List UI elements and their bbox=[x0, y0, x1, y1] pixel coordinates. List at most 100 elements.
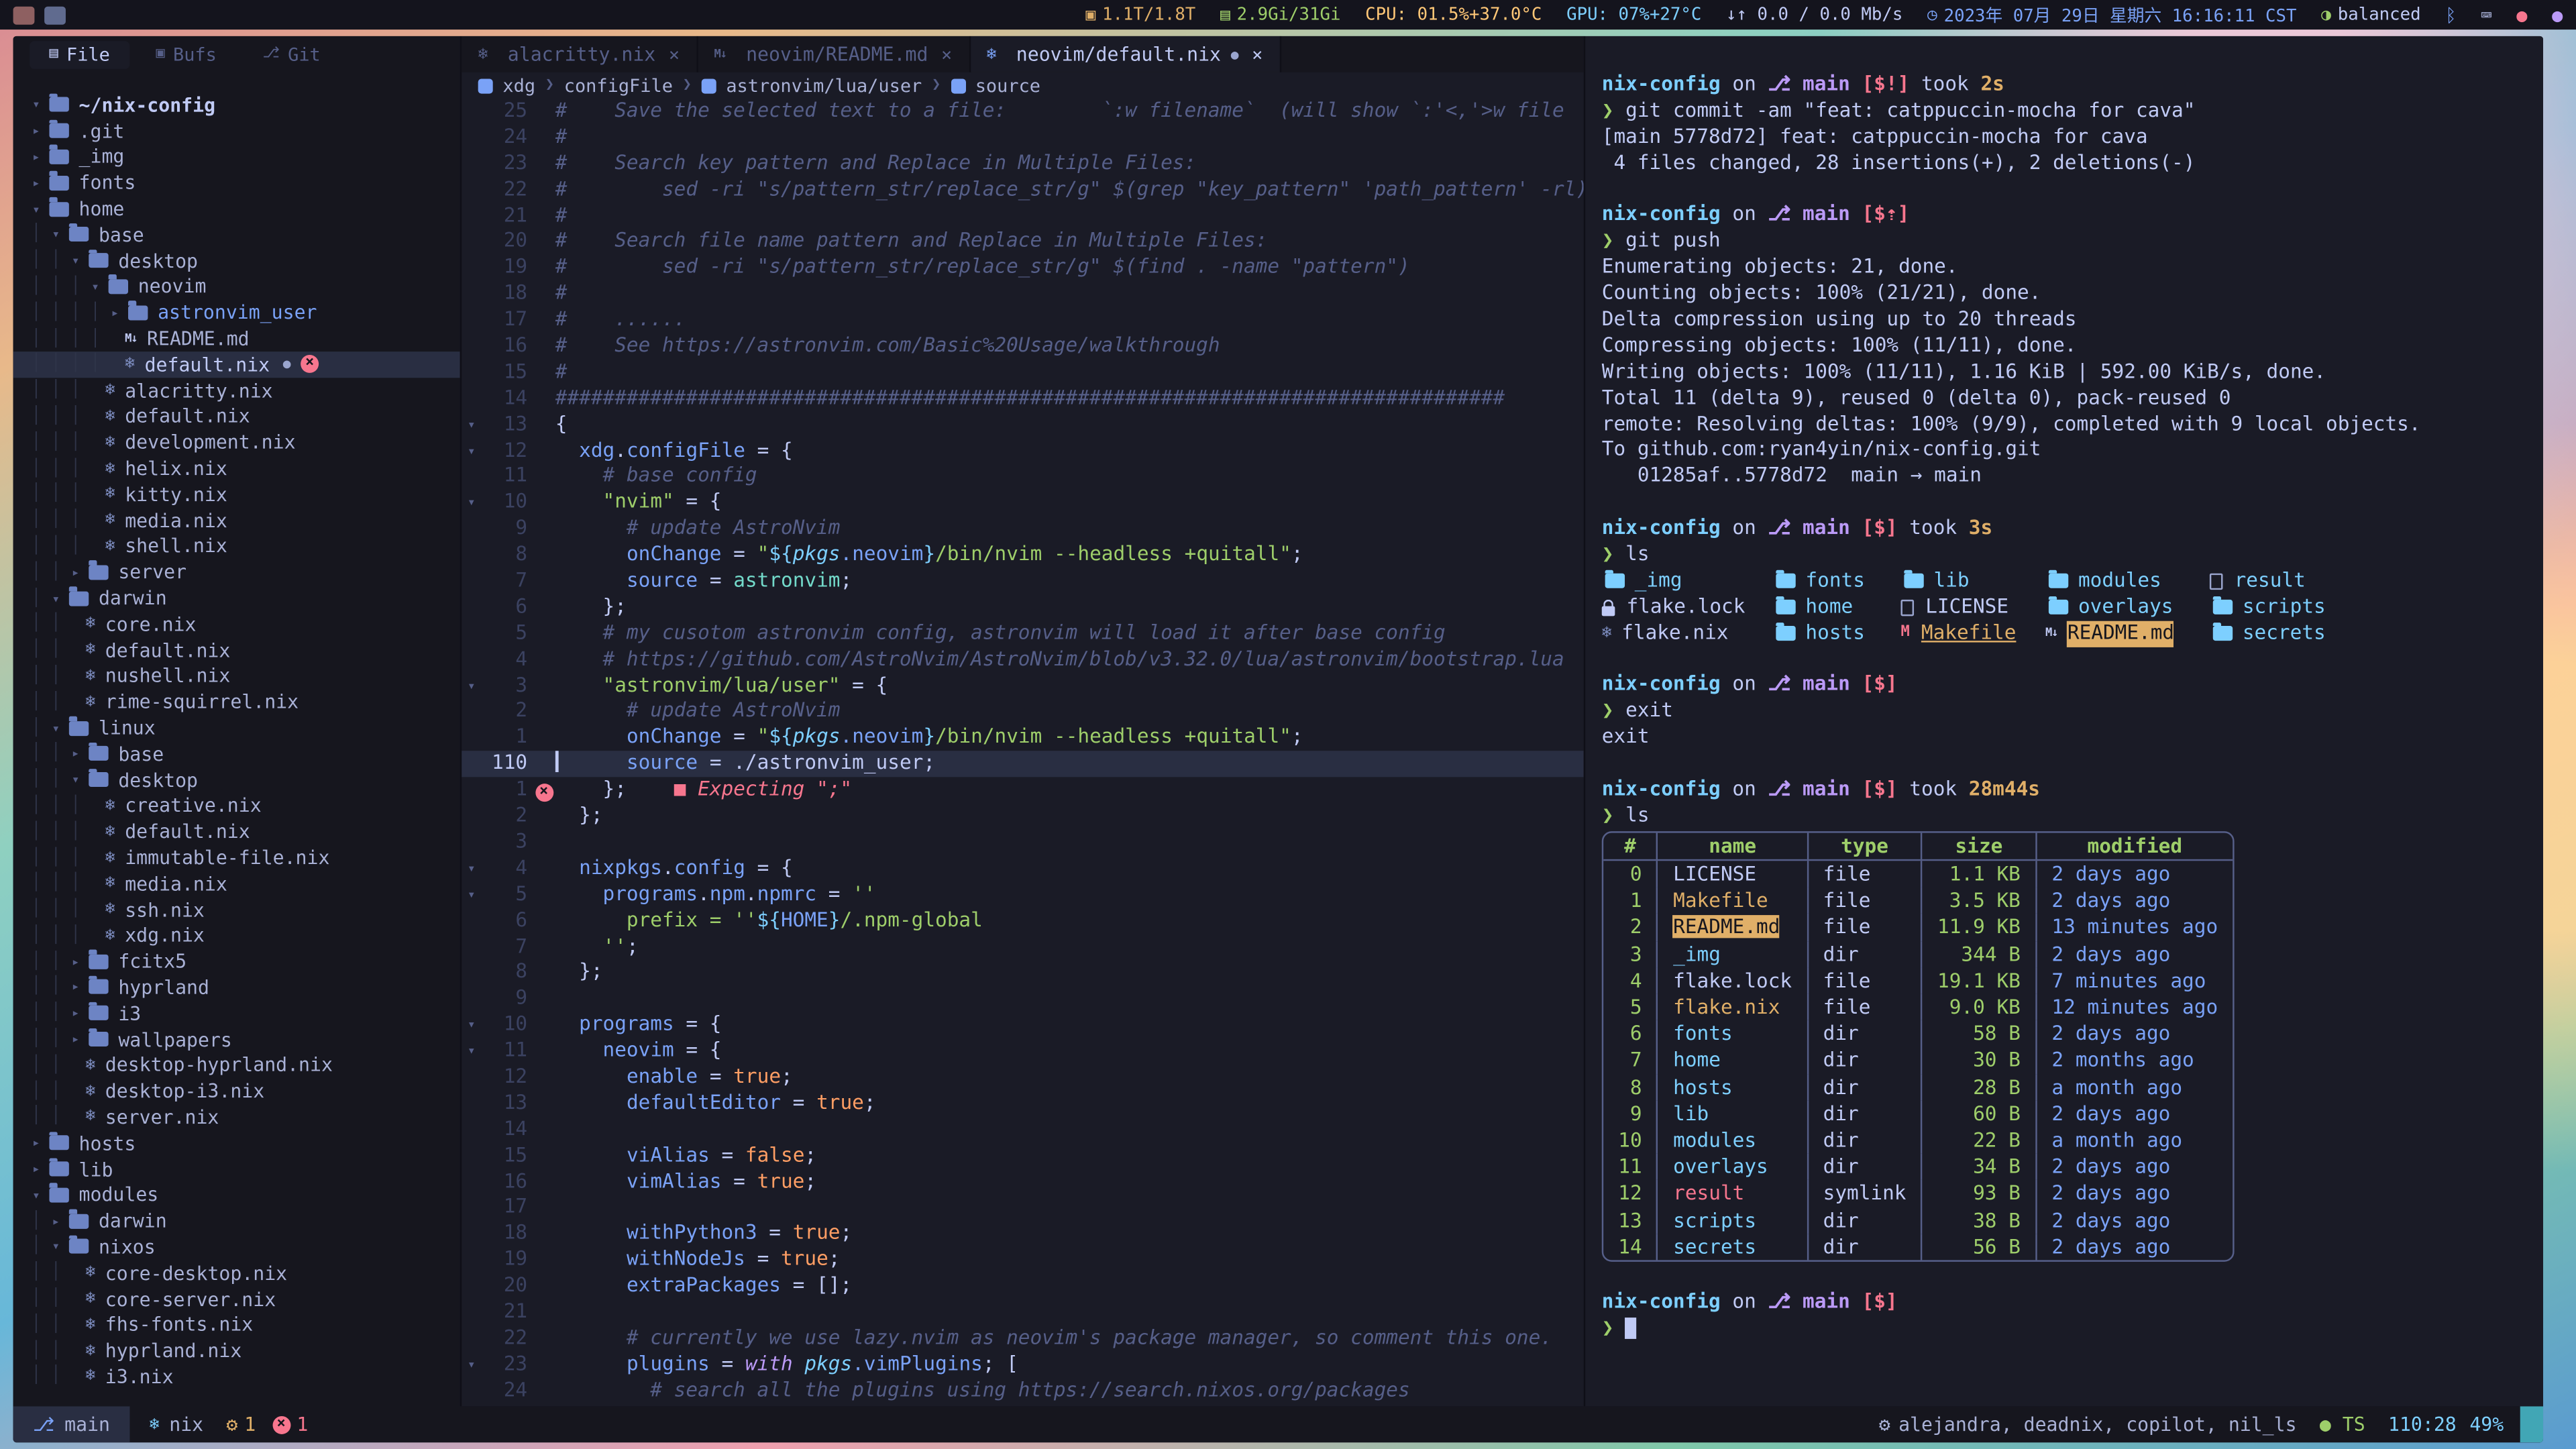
breadcrumb-item[interactable]: xdg bbox=[502, 74, 535, 96]
tree-item[interactable]: ▸_img bbox=[13, 144, 460, 170]
code-line[interactable]: ▾10 programs = { bbox=[462, 1012, 1584, 1038]
tree-item[interactable]: │▾darwin bbox=[13, 585, 460, 611]
expander-icon[interactable]: ▸ bbox=[26, 1162, 46, 1177]
tree-item[interactable]: ▸hosts bbox=[13, 1130, 460, 1157]
fold-icon[interactable]: ▾ bbox=[462, 438, 481, 464]
tree-item[interactable]: ││ ❄hyprland.nix bbox=[13, 1338, 460, 1364]
expander-icon[interactable]: ▾ bbox=[26, 1187, 46, 1202]
tree-item[interactable]: │││ ❄development.nix bbox=[13, 429, 460, 455]
code-line[interactable]: 7 ''; bbox=[462, 934, 1584, 960]
code-line[interactable]: ▾5 programs.npm.npmrc = '' bbox=[462, 881, 1584, 908]
expander-icon[interactable]: ▾ bbox=[46, 227, 66, 242]
expander-icon[interactable]: ▾ bbox=[26, 201, 46, 216]
tree-item[interactable]: │▾base bbox=[13, 222, 460, 248]
code-line[interactable]: 3 bbox=[462, 830, 1584, 856]
editor-lines[interactable]: 25# Save the selected text to a file: `:… bbox=[462, 99, 1584, 1406]
topbar-datetime[interactable]: ◷2023年 07月 29日 星期六 16:16:11 CST bbox=[1927, 3, 2296, 28]
code-line[interactable]: 110 source = ./astronvim_user; bbox=[462, 751, 1584, 777]
tree-item[interactable]: ││ ❄core-desktop.nix bbox=[13, 1260, 460, 1286]
app-icon[interactable] bbox=[44, 6, 66, 24]
code-line[interactable]: 22 # currently we use lazy.nvim as neovi… bbox=[462, 1326, 1584, 1352]
code-line[interactable]: 19 withNodeJs = true; bbox=[462, 1247, 1584, 1273]
code-line[interactable]: 13 defaultEditor = true; bbox=[462, 1091, 1584, 1117]
tree-item[interactable]: ││▸server bbox=[13, 559, 460, 585]
code-line[interactable]: 8 }; bbox=[462, 960, 1584, 986]
code-line[interactable]: 6 }; bbox=[462, 594, 1584, 621]
breadcrumb-item[interactable]: astronvim/lua/user bbox=[726, 74, 922, 96]
code-line[interactable]: 15# bbox=[462, 360, 1584, 386]
tree-item[interactable]: ▾home bbox=[13, 196, 460, 222]
tree-item[interactable]: ││ ❄fhs-fonts.nix bbox=[13, 1311, 460, 1338]
editor-tab[interactable]: ❄neovim/default.nix●× bbox=[970, 36, 1281, 72]
topbar-disk[interactable]: ▣1.1T/1.8T bbox=[1085, 5, 1195, 24]
terminal-body[interactable]: nix-config on ⎇ main [$!] took 2s❯ git c… bbox=[1585, 72, 2543, 1407]
git-branch-segment[interactable]: ⎇main bbox=[13, 1406, 130, 1442]
tree-item[interactable]: │││ ❄helix.nix bbox=[13, 455, 460, 482]
expander-icon[interactable]: ▸ bbox=[66, 747, 85, 761]
code-line[interactable]: 20# Search file name pattern and Replace… bbox=[462, 229, 1584, 256]
expander-icon[interactable]: ▸ bbox=[66, 980, 85, 995]
editor-tab[interactable]: ❄alacritty.nix× bbox=[462, 36, 698, 72]
tree-item[interactable]: ││ ❄nushell.nix bbox=[13, 663, 460, 689]
expander-icon[interactable]: ▾ bbox=[85, 279, 105, 294]
tree-item[interactable]: ││ ❄desktop-i3.nix bbox=[13, 1078, 460, 1104]
tree-item[interactable]: ││ ❄i3.nix bbox=[13, 1364, 460, 1390]
code-line[interactable]: 18 withPython3 = true; bbox=[462, 1221, 1584, 1247]
code-line[interactable]: 7 source = astronvim; bbox=[462, 568, 1584, 594]
code-line[interactable]: 12 enable = true; bbox=[462, 1065, 1584, 1091]
tree-item[interactable]: │││ ❄shell.nix bbox=[13, 533, 460, 559]
close-icon[interactable]: × bbox=[1252, 44, 1263, 65]
close-icon[interactable]: × bbox=[941, 44, 952, 65]
tree-item[interactable]: │││ ❄alacritty.nix bbox=[13, 378, 460, 404]
expander-icon[interactable]: ▸ bbox=[26, 150, 46, 164]
code-line[interactable]: ▾23 plugins = with pkgs.vimPlugins; [ bbox=[462, 1352, 1584, 1378]
fold-icon[interactable]: ▾ bbox=[462, 412, 481, 438]
code-line[interactable]: ▾12 xdg.configFile = { bbox=[462, 438, 1584, 464]
expander-icon[interactable]: ▸ bbox=[26, 176, 46, 191]
ls-entry[interactable]: overlays bbox=[2045, 594, 2210, 621]
ls-entry[interactable]: fonts bbox=[1772, 568, 1900, 594]
tree-item[interactable]: ││ ❄core-server.nix bbox=[13, 1286, 460, 1312]
tree-tab-file[interactable]: ▤File bbox=[30, 40, 129, 68]
code-line[interactable]: 23# Search key pattern and Replace in Mu… bbox=[462, 151, 1584, 177]
ls-entry[interactable]: hosts bbox=[1772, 621, 1900, 647]
tree-item[interactable]: │││ ❄default.nix bbox=[13, 818, 460, 845]
code-line[interactable]: 16 vimAlias = true; bbox=[462, 1169, 1584, 1195]
expander-icon[interactable]: ▾ bbox=[46, 590, 66, 605]
ls-entry[interactable]: LICENSE bbox=[1900, 594, 2045, 621]
tree-item[interactable]: │▸darwin bbox=[13, 1208, 460, 1234]
code-line[interactable]: 15 viAlias = false; bbox=[462, 1143, 1584, 1169]
code-line[interactable]: 6 prefix = ''${HOME}/.npm-global bbox=[462, 908, 1584, 934]
expander-icon[interactable]: ▾ bbox=[26, 97, 46, 112]
ls-entry[interactable]: secrets bbox=[2210, 621, 2351, 647]
tree-item[interactable]: ▾modules bbox=[13, 1182, 460, 1208]
code-line[interactable]: 21 bbox=[462, 1299, 1584, 1326]
expander-icon[interactable]: ▸ bbox=[26, 1136, 46, 1150]
warning-count-segment[interactable]: ⚙1 bbox=[226, 1413, 256, 1436]
code-line[interactable]: 22# sed -ri "s/pattern_str/replace_str/g… bbox=[462, 177, 1584, 203]
tree-item[interactable]: ││▸i3 bbox=[13, 1000, 460, 1026]
tree-item[interactable]: │││ ❄ssh.nix bbox=[13, 896, 460, 922]
topbar-network[interactable]: ↓↑ 0.0 / 0.0 Mb/s bbox=[1726, 5, 1902, 24]
tree-item[interactable]: │││▾neovim bbox=[13, 274, 460, 300]
code-line[interactable]: ▾4 nixpkgs.config = { bbox=[462, 855, 1584, 881]
fold-icon[interactable]: ▾ bbox=[462, 1012, 481, 1038]
fold-icon[interactable]: ▾ bbox=[462, 881, 481, 908]
tree-item[interactable]: │││ ❄media.nix bbox=[13, 871, 460, 897]
tree-tab-bufs[interactable]: ▣Bufs bbox=[136, 40, 236, 68]
code-line[interactable]: 1× }; ■ Expecting ";" bbox=[462, 777, 1584, 804]
tree-item[interactable]: ▸.git bbox=[13, 118, 460, 144]
fold-icon[interactable]: ▾ bbox=[462, 1352, 481, 1378]
code-line[interactable]: 2 }; bbox=[462, 804, 1584, 830]
expander-icon[interactable]: ▸ bbox=[66, 1032, 85, 1046]
recorder-icon[interactable]: ● bbox=[2516, 4, 2527, 25]
tree-item[interactable]: │││ ❄media.nix bbox=[13, 507, 460, 533]
tree-item[interactable]: ││▸base bbox=[13, 741, 460, 767]
tree-tab-git[interactable]: ⎇Git bbox=[243, 40, 340, 68]
fold-icon[interactable]: ▾ bbox=[462, 490, 481, 517]
expander-icon[interactable]: ▾ bbox=[66, 254, 85, 268]
expander-icon[interactable]: ▸ bbox=[26, 123, 46, 138]
tree-item[interactable]: ││ ❄core.nix bbox=[13, 611, 460, 637]
tree-item[interactable]: │││ ❄creative.nix bbox=[13, 793, 460, 819]
code-line[interactable]: 14######################################… bbox=[462, 386, 1584, 412]
